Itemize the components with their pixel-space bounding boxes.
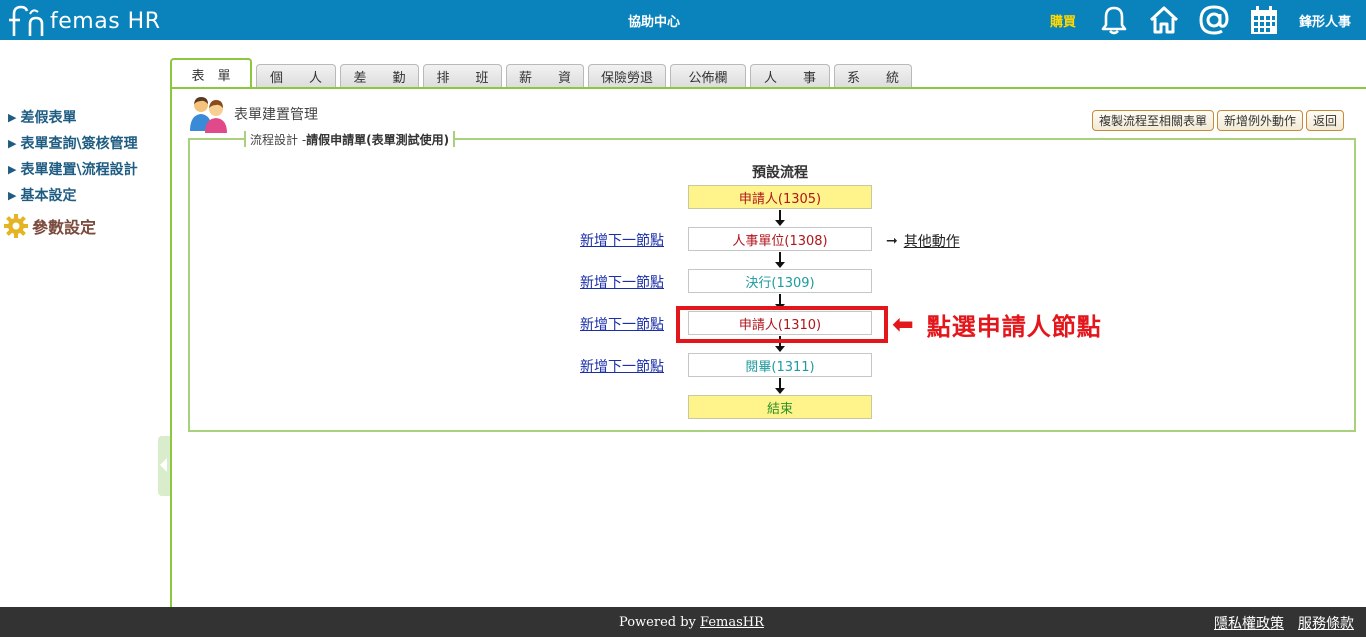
flow-node-end[interactable]: 結束	[688, 395, 872, 419]
arrow-left-icon: ⬅	[892, 309, 915, 340]
footer: Powered by FemasHR 隱私權政策 服務條款	[0, 607, 1366, 637]
arrow-down-icon	[775, 210, 785, 226]
flow-node-read[interactable]: 閱畢(1311)	[688, 353, 872, 377]
sidebar-divider	[170, 87, 172, 607]
home-icon[interactable]	[1148, 4, 1180, 36]
sidebar-item-label: 基本設定	[20, 188, 77, 204]
bell-icon[interactable]	[1098, 4, 1130, 36]
tab-scheduling[interactable]: 排 班	[423, 64, 502, 88]
buy-link[interactable]: 購買	[1050, 11, 1076, 30]
flow-node-applicant-start[interactable]: 申請人(1305)	[688, 185, 872, 209]
legend-prefix: 流程設計 -	[250, 132, 307, 147]
add-next-node-link[interactable]: 新增下一節點	[580, 272, 664, 292]
triangle-right-icon: ▶	[8, 188, 17, 202]
sidebar-item-form-query[interactable]: ▶ 表單查詢\簽核管理	[8, 130, 168, 156]
logo-text: femas HR	[50, 8, 161, 34]
other-action: ➞ 其他動作	[886, 231, 960, 251]
flow-design-panel: 流程設計 - 請假申請單(表單測試使用) 預設流程 申請人(1305) 新增下一…	[188, 131, 1356, 432]
chevron-left-icon	[160, 458, 167, 472]
tab-payroll[interactable]: 薪 資	[506, 64, 584, 88]
page-title: 表單建置管理	[234, 107, 318, 123]
add-next-node-link[interactable]: 新增下一節點	[580, 314, 664, 334]
arrow-down-icon	[775, 252, 785, 268]
page-header: 表單建置管理	[188, 95, 318, 133]
tab-hr[interactable]: 人 事	[750, 64, 830, 88]
highlight-box	[676, 306, 888, 343]
sidebar-item-basic-settings[interactable]: ▶ 基本設定	[8, 182, 168, 208]
sidebar-item-parameters[interactable]: 參數設定	[4, 212, 168, 240]
femashr-link[interactable]: FemasHR	[700, 615, 764, 630]
add-next-node-link[interactable]: 新增下一節點	[580, 356, 664, 376]
footer-links: 隱私權政策 服務條款	[1200, 613, 1354, 633]
flow-title: 預設流程	[752, 165, 808, 181]
sidebar-item-leave-forms[interactable]: ▶ 差假表單	[8, 104, 168, 130]
logo-icon	[9, 5, 44, 36]
main-tabs: 表 單 個 人 差 勤 排 班 薪 資 保險勞退 公佈欄 人 事 系 統	[170, 58, 916, 88]
at-icon[interactable]	[1198, 4, 1230, 36]
gear-icon	[4, 214, 28, 238]
tab-insurance[interactable]: 保險勞退	[588, 64, 666, 88]
top-bar: femas HR 協助中心 購買 鋒形人事	[0, 0, 1366, 40]
arrow-right-icon: ➞	[886, 233, 898, 249]
back-button[interactable]: 返回	[1305, 110, 1344, 131]
flow-node-approval[interactable]: 決行(1309)	[688, 269, 872, 293]
add-next-node-link[interactable]: 新增下一節點	[580, 230, 664, 250]
other-action-link[interactable]: 其他動作	[904, 231, 960, 251]
sidebar-item-label: 差假表單	[20, 110, 77, 126]
action-buttons: 複製流程至相關表單 新增例外動作 返回	[1089, 110, 1344, 131]
callout-annotation: ⬅ 點選申請人節點	[892, 307, 1102, 342]
tab-forms[interactable]: 表 單	[170, 58, 252, 88]
sidebar-item-label: 表單建置\流程設計	[20, 162, 138, 178]
panel-legend: 流程設計 - 請假申請單(表單測試使用)	[244, 131, 456, 147]
calendar-icon[interactable]	[1248, 4, 1280, 36]
sidebar-collapse-handle[interactable]	[158, 436, 170, 496]
copy-flow-button[interactable]: 複製流程至相關表單	[1091, 110, 1214, 131]
people-icon	[190, 97, 227, 133]
sidebar-item-label: 參數設定	[32, 218, 97, 237]
flow-node-hr-unit[interactable]: 人事單位(1308)	[688, 227, 872, 251]
logo[interactable]: femas HR	[8, 4, 160, 38]
triangle-right-icon: ▶	[8, 136, 17, 150]
help-center-link[interactable]: 協助中心	[628, 11, 680, 30]
company-name[interactable]: 鋒形人事	[1299, 11, 1351, 30]
sidebar-item-label: 表單查詢\簽核管理	[20, 136, 138, 152]
legend-form-name: 請假申請單(表單測試使用)	[306, 132, 450, 147]
tab-personal[interactable]: 個 人	[256, 64, 336, 88]
tab-divider	[170, 87, 1366, 89]
privacy-policy-link[interactable]: 隱私權政策	[1214, 613, 1284, 633]
tab-bulletin[interactable]: 公佈欄	[670, 64, 746, 88]
callout-text: 點選申請人節點	[926, 313, 1102, 341]
powered-by: Powered by FemasHR	[619, 615, 764, 630]
powered-prefix: Powered by	[619, 615, 701, 630]
terms-of-service-link[interactable]: 服務條款	[1298, 613, 1354, 633]
sidebar: ▶ 差假表單 ▶ 表單查詢\簽核管理 ▶ 表單建置\流程設計 ▶ 基本設定 參數…	[4, 104, 168, 240]
arrow-down-icon	[775, 378, 785, 394]
triangle-right-icon: ▶	[8, 110, 17, 124]
sidebar-item-form-build[interactable]: ▶ 表單建置\流程設計	[8, 156, 168, 182]
triangle-right-icon: ▶	[8, 162, 17, 176]
add-exception-button[interactable]: 新增例外動作	[1216, 110, 1303, 131]
tab-system[interactable]: 系 統	[834, 64, 912, 88]
tab-attendance[interactable]: 差 勤	[340, 64, 419, 88]
